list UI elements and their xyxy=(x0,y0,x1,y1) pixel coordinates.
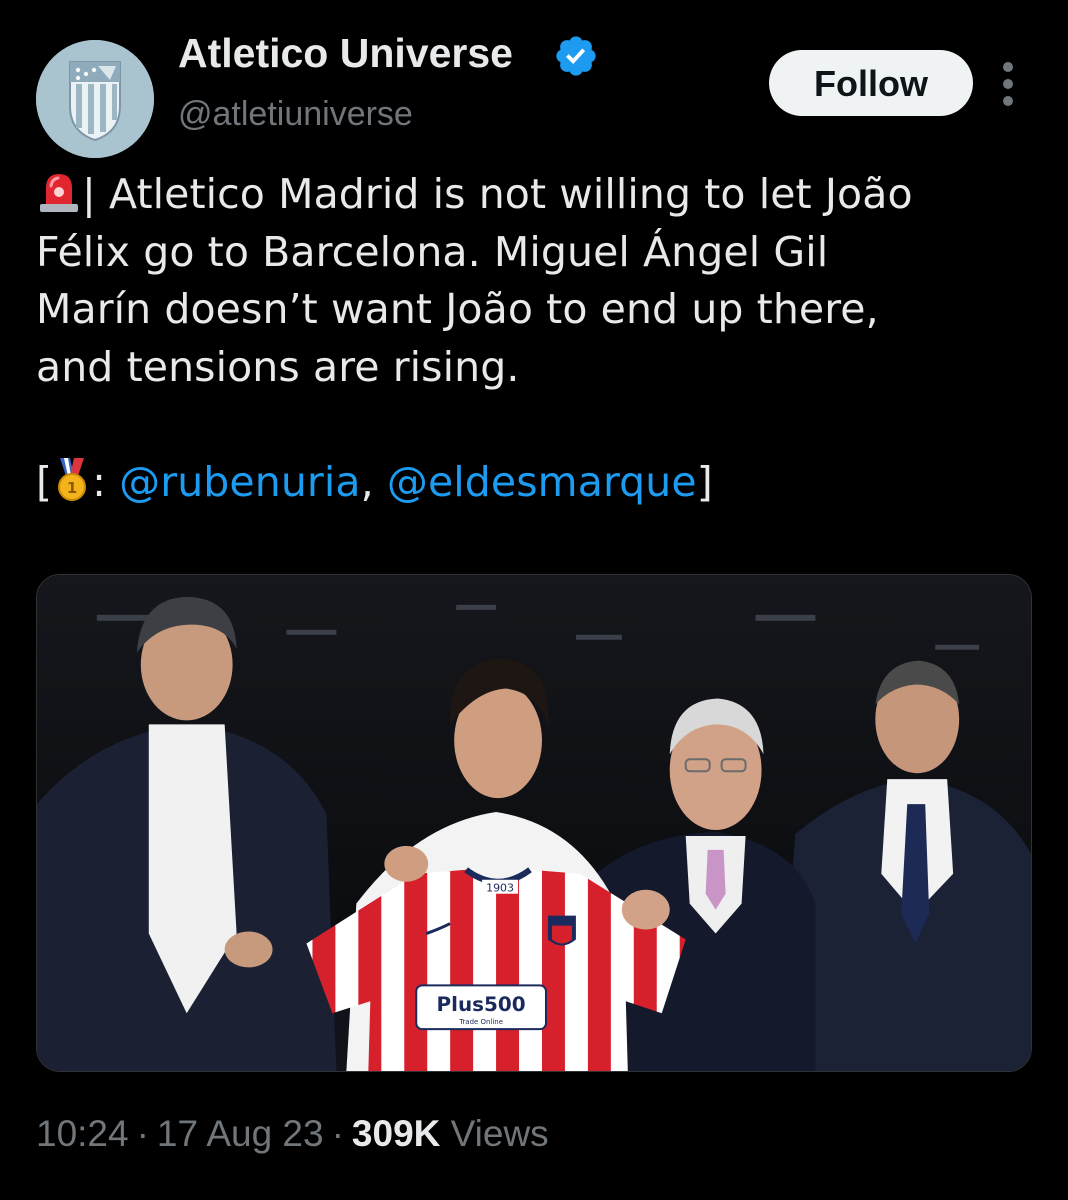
medal-emoji-icon: 1 xyxy=(52,456,92,502)
separator: · xyxy=(331,1113,344,1154)
svg-text:Trade Online: Trade Online xyxy=(458,1018,503,1026)
more-vertical-icon[interactable] xyxy=(992,54,1024,114)
tweet-date[interactable]: 17 Aug 23 xyxy=(157,1113,324,1154)
display-name[interactable]: Atletico Universe xyxy=(178,28,513,78)
tweet-line-3-text: Marín doesn’t want João to end up there, xyxy=(36,285,879,333)
separator: · xyxy=(136,1113,149,1154)
bracket-open: [ xyxy=(36,457,53,506)
tweet-line-4-text: and tensions are rising. xyxy=(36,342,520,391)
mention-rubenuria-link[interactable]: @rubenuria xyxy=(119,458,360,506)
avatar[interactable] xyxy=(36,40,154,158)
account-handle[interactable]: @atletiuniverse xyxy=(178,92,413,136)
bracket-close: ] xyxy=(696,457,713,506)
mention-eldesmarque-link[interactable]: @eldesmarque xyxy=(387,458,697,506)
views-count[interactable]: 309K xyxy=(352,1113,440,1154)
follow-button[interactable]: Follow xyxy=(769,50,973,116)
tweet-line-2-text: Félix go to Barcelona. Miguel Ángel Gil xyxy=(36,227,829,276)
siren-emoji-icon xyxy=(36,168,82,214)
svg-text:1: 1 xyxy=(67,479,78,497)
tweet-line: | Atletico Madrid is not willing to let … xyxy=(36,166,1036,224)
tweet-source-line: [ 1 : @rubenuria, @eldesmarque] xyxy=(36,454,1036,512)
svg-text:Plus500: Plus500 xyxy=(437,993,526,1016)
tweet-photo[interactable]: 1903 Plus500 Trade Online xyxy=(36,574,1032,1072)
views-label: Views xyxy=(450,1113,549,1154)
tweet-meta: 10:24 · 17 Aug 23 · 309K Views xyxy=(36,1110,549,1158)
source-colon: : xyxy=(92,457,120,506)
tweet-text: | Atletico Madrid is not willing to let … xyxy=(36,166,1036,511)
atletico-crest-icon xyxy=(36,40,154,158)
source-comma: , xyxy=(360,457,387,506)
verified-badge-icon xyxy=(553,33,599,79)
svg-text:1903: 1903 xyxy=(486,882,514,895)
tweet-time[interactable]: 10:24 xyxy=(36,1113,129,1154)
tweet-line-1-text: | Atletico Madrid is not willing to let … xyxy=(82,170,913,218)
